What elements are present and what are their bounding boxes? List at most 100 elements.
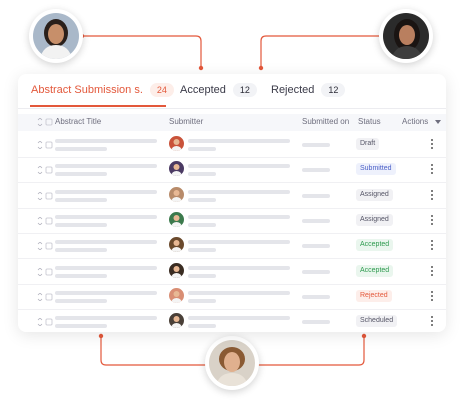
row-checkbox-icon[interactable]	[37, 267, 53, 276]
title-placeholder-line	[55, 298, 107, 303]
submission-tabs: Abstract Submission s. 24 Accepted 12 Re…	[18, 74, 446, 109]
date-placeholder-line	[302, 168, 330, 173]
table-row[interactable]: Assigned	[18, 183, 446, 209]
column-header-actions[interactable]: Actions	[402, 117, 428, 126]
date-placeholder-line	[302, 269, 330, 274]
chevron-down-icon[interactable]	[435, 120, 441, 124]
row-checkbox-icon[interactable]	[37, 191, 53, 200]
submitter-avatar	[169, 211, 184, 227]
tab-rejected[interactable]: Rejected 12	[271, 81, 346, 99]
table-row[interactable]: Submitted	[18, 157, 446, 184]
date-placeholder-line	[302, 143, 330, 147]
submitter-avatar	[169, 313, 184, 329]
title-placeholder-line	[55, 172, 107, 177]
table-row[interactable]: Assigned	[18, 208, 446, 234]
status-badge: Assigned	[356, 188, 393, 201]
status-badge: Assigned	[356, 213, 393, 226]
submitter-placeholder-line	[188, 222, 216, 227]
row-checkbox-icon[interactable]	[37, 166, 53, 175]
title-placeholder-line	[55, 290, 157, 295]
submitter-placeholder-line	[188, 139, 290, 143]
table-row[interactable]: Rejected	[18, 284, 446, 310]
submitter-placeholder-line	[188, 265, 290, 270]
date-placeholder-line	[302, 218, 330, 223]
submitter-placeholder-line	[188, 248, 216, 253]
title-placeholder-line	[55, 273, 107, 278]
user-avatar-icon	[169, 237, 184, 253]
title-placeholder-line	[55, 139, 157, 143]
tab-abstract-submissions[interactable]: Abstract Submission s. 24	[31, 81, 174, 99]
tab-count-badge: 12	[321, 83, 346, 97]
title-placeholder-line	[55, 164, 157, 169]
submitter-avatar	[169, 237, 184, 253]
row-checkbox-icon[interactable]	[37, 242, 53, 251]
kebab-menu-icon[interactable]	[431, 240, 434, 251]
column-header-submitter[interactable]: Submitter	[169, 117, 203, 126]
user-avatar-icon	[169, 313, 184, 329]
title-placeholder-line	[55, 265, 157, 270]
kebab-menu-icon[interactable]	[431, 316, 434, 327]
table-row[interactable]: Accepted	[18, 259, 446, 285]
active-tab-indicator	[30, 105, 166, 107]
column-header-submitted-on[interactable]: Submitted on	[302, 117, 349, 126]
tab-label: Abstract Submission s.	[31, 84, 143, 96]
kebab-menu-icon[interactable]	[431, 290, 434, 302]
user-avatar-icon	[169, 262, 184, 278]
submitter-placeholder-line	[188, 290, 290, 295]
submitter-placeholder-line	[188, 324, 216, 329]
title-placeholder-line	[55, 222, 107, 227]
title-placeholder-line	[55, 324, 107, 329]
user-avatar-icon	[169, 186, 184, 202]
user-avatar-icon	[383, 13, 429, 59]
status-badge: Submitted	[356, 163, 396, 176]
select-all-checkbox-icon[interactable]	[37, 118, 53, 126]
tab-label: Rejected	[271, 84, 315, 96]
tab-label: Accepted	[180, 84, 226, 96]
submitter-avatar	[169, 161, 184, 177]
kebab-menu-icon[interactable]	[431, 189, 434, 201]
table-row[interactable]: Accepted	[18, 233, 446, 260]
date-placeholder-line	[302, 193, 330, 198]
row-checkbox-icon[interactable]	[37, 141, 53, 149]
user-avatar-icon	[209, 340, 255, 386]
user-avatar-icon	[169, 161, 184, 177]
kebab-menu-icon[interactable]	[431, 139, 434, 150]
submitter-placeholder-line	[188, 298, 216, 303]
status-badge: Draft	[356, 138, 380, 150]
column-header-status[interactable]: Status	[358, 117, 381, 126]
kebab-menu-icon[interactable]	[431, 265, 434, 277]
user-avatar-icon	[169, 136, 184, 151]
status-badge: Scheduled	[356, 315, 398, 328]
row-checkbox-icon[interactable]	[37, 216, 53, 225]
user-avatar-icon	[33, 13, 79, 59]
row-checkbox-icon[interactable]	[37, 318, 53, 327]
submitter-placeholder-line	[188, 147, 216, 151]
reviewer-avatar-top-right	[379, 9, 433, 63]
submitter-placeholder-line	[188, 189, 290, 194]
submitter-avatar	[169, 186, 184, 202]
user-avatar-icon	[169, 287, 184, 303]
status-badge: Rejected	[356, 289, 392, 302]
row-checkbox-icon[interactable]	[37, 292, 53, 301]
title-placeholder-line	[55, 214, 157, 219]
submitter-placeholder-line	[188, 197, 216, 202]
title-placeholder-line	[55, 248, 107, 253]
tab-count-badge: 12	[232, 83, 257, 97]
table-row[interactable]: Draft	[18, 132, 446, 158]
date-placeholder-line	[302, 244, 330, 249]
submissions-table-card: Abstract Submission s. 24 Accepted 12 Re…	[18, 74, 446, 332]
kebab-menu-icon[interactable]	[431, 164, 434, 175]
kebab-menu-icon[interactable]	[431, 214, 434, 226]
user-avatar-icon	[169, 211, 184, 227]
submitter-placeholder-line	[188, 316, 290, 321]
tab-count-badge: 24	[149, 83, 174, 97]
table-row[interactable]: Scheduled	[18, 309, 446, 332]
submitter-placeholder-line	[188, 273, 216, 278]
status-badge: Accepted	[356, 239, 394, 252]
submitter-avatar	[169, 287, 184, 303]
tab-accepted[interactable]: Accepted 12	[180, 81, 257, 99]
title-placeholder-line	[55, 240, 157, 245]
column-header-title[interactable]: Abstract Title	[55, 117, 101, 126]
status-badge: Accepted	[356, 264, 394, 277]
submitter-avatar	[169, 136, 184, 151]
